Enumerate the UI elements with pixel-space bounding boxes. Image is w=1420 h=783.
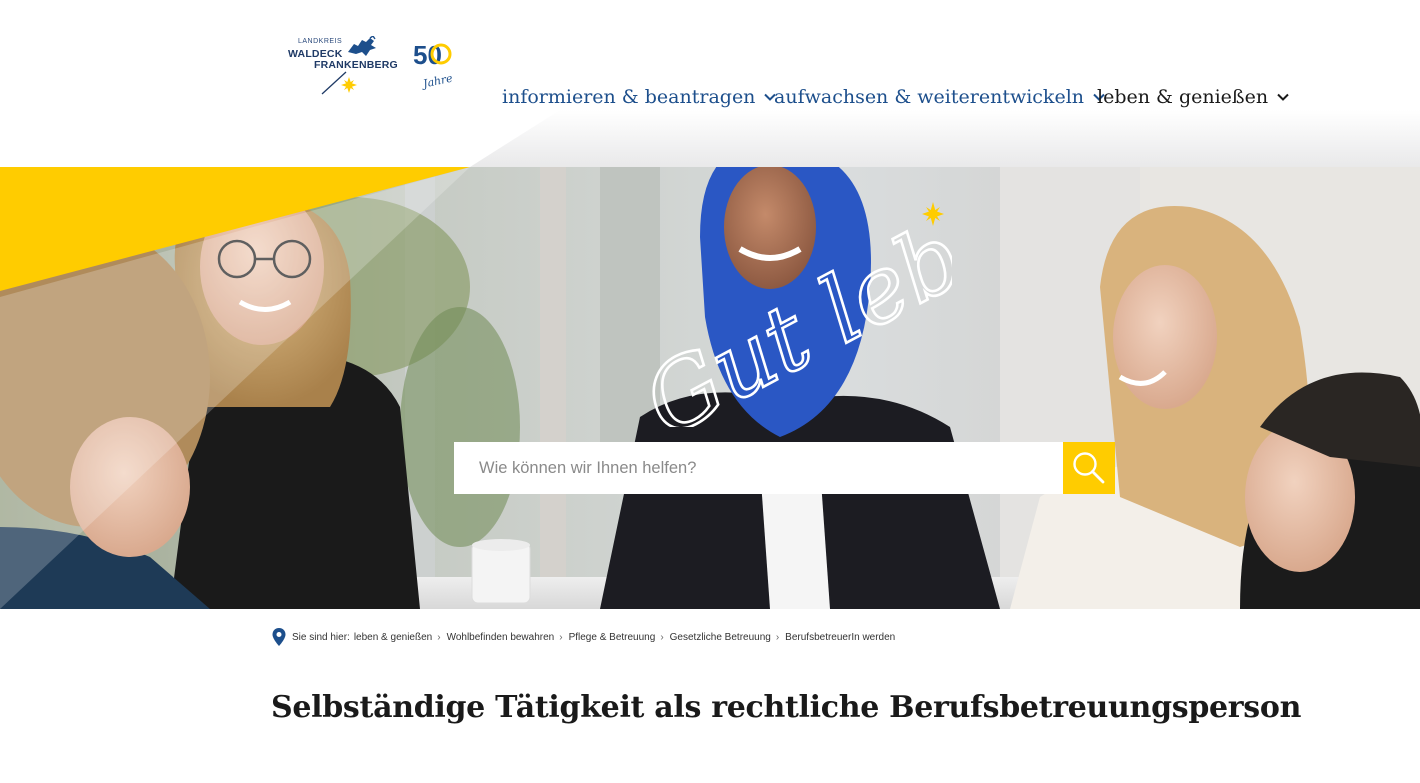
breadcrumb-item-leben[interactable]: leben & genießen — [354, 632, 432, 643]
nav-item-label: leben & genießen — [1097, 86, 1269, 108]
search-icon — [1073, 452, 1105, 484]
location-pin-icon — [272, 628, 286, 646]
main-navigation: informieren & beantragen aufwachsen & we… — [0, 82, 1420, 112]
chevron-right-icon: › — [660, 631, 664, 643]
breadcrumb-item-gesetzliche-betreuung[interactable]: Gesetzliche Betreuung — [670, 632, 771, 643]
breadcrumb: Sie sind hier: leben & genießen › Wohlbe… — [272, 627, 895, 647]
breadcrumb-prefix: Sie sind hier: — [292, 631, 350, 643]
nav-item-aufwachsen[interactable]: aufwachsen & weiterentwickeln — [774, 82, 1106, 112]
chevron-down-icon — [1277, 93, 1289, 101]
lion-emblem-icon — [348, 36, 376, 56]
chevron-right-icon: › — [437, 631, 441, 643]
chevron-right-icon: › — [559, 631, 563, 643]
site-search — [454, 442, 1115, 494]
nav-item-informieren[interactable]: informieren & beantragen — [502, 82, 777, 112]
search-input[interactable] — [454, 442, 1063, 494]
chevron-right-icon: › — [775, 631, 780, 643]
nav-item-leben[interactable]: leben & genießen — [1097, 82, 1290, 112]
breadcrumb-item-wohlbefinden[interactable]: Wohlbefinden bewahren — [447, 632, 555, 643]
nav-item-label: informieren & beantragen — [502, 86, 756, 108]
breadcrumb-item-pflege[interactable]: Pflege & Betreuung — [569, 632, 656, 643]
breadcrumb-item-berufsbetreuer[interactable]: BerufsbetreuerIn werden — [785, 632, 895, 643]
site-header: LANDKREIS WALDECK FRANKENBERG 50 Jahre i… — [0, 0, 1420, 167]
logo-landkreis-text: LANDKREIS — [298, 38, 343, 45]
search-button[interactable] — [1063, 442, 1115, 494]
hero-script-lettering: Gut leben — [626, 207, 952, 427]
hero-script-text: Gut leben — [627, 207, 952, 427]
page-title: Selbständige Tätigkeit als rechtliche Be… — [271, 690, 1302, 725]
nav-item-label: aufwachsen & weiterentwickeln — [774, 86, 1085, 108]
hero-banner: Gut leben — [0, 167, 1420, 609]
